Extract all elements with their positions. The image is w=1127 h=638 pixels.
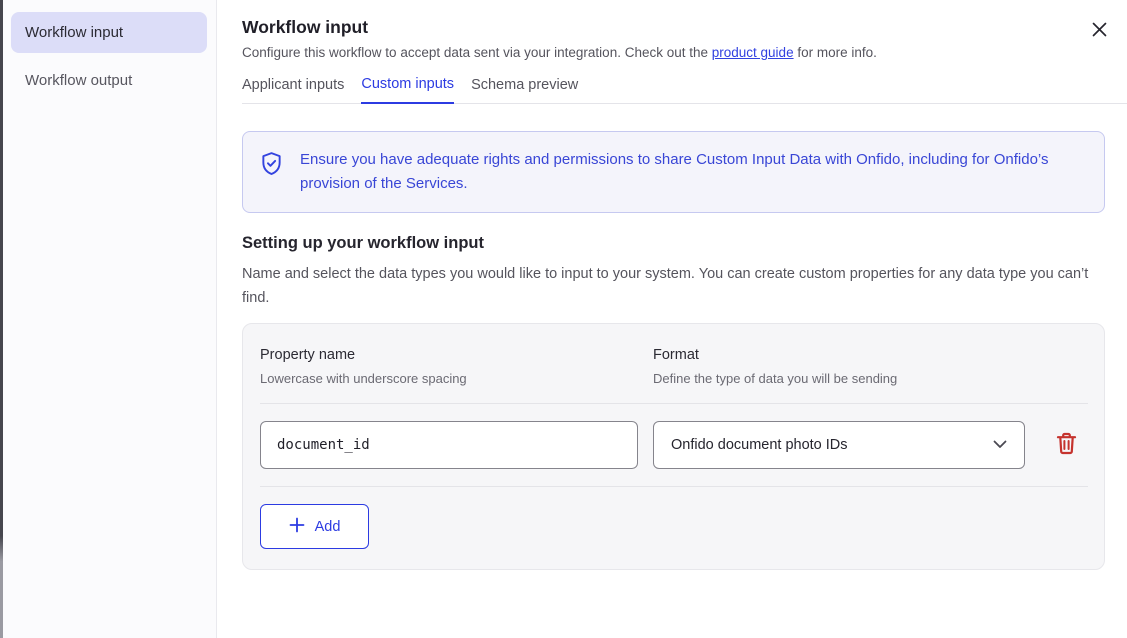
permissions-notice-banner: Ensure you have adequate rights and perm… xyxy=(242,131,1105,213)
divider xyxy=(260,403,1088,404)
notice-text: Ensure you have adequate rights and perm… xyxy=(300,148,1058,196)
tab-applicant-inputs[interactable]: Applicant inputs xyxy=(242,76,344,103)
format-select[interactable]: Onfido document photo IDs xyxy=(653,421,1025,469)
custom-inputs-card: Property name Lowercase with underscore … xyxy=(242,323,1105,570)
add-button-label: Add xyxy=(315,519,341,535)
column-title: Format xyxy=(653,347,1088,363)
shield-check-icon xyxy=(260,151,283,196)
delete-row-button[interactable] xyxy=(1054,432,1078,458)
property-name-column-header: Property name Lowercase with underscore … xyxy=(260,347,653,386)
tab-schema-preview[interactable]: Schema preview xyxy=(471,76,578,103)
section-description: Name and select the data types you would… xyxy=(242,262,1100,310)
trash-icon xyxy=(1056,432,1077,458)
column-hint: Lowercase with underscore spacing xyxy=(260,371,653,386)
notice-icon-column xyxy=(243,148,300,196)
close-icon xyxy=(1091,21,1108,41)
subtitle-text: Configure this workflow to accept data s… xyxy=(242,45,712,60)
plus-icon xyxy=(289,517,305,537)
sidebar: Workflow input Workflow output xyxy=(3,0,217,638)
chevron-down-icon xyxy=(993,437,1007,453)
add-row-button[interactable]: Add xyxy=(260,504,369,549)
page-title: Workflow input xyxy=(242,17,1105,38)
sidebar-item-workflow-output[interactable]: Workflow output xyxy=(11,60,207,101)
subtitle-text: for more info. xyxy=(794,45,877,60)
divider xyxy=(260,486,1088,487)
format-select-value: Onfido document photo IDs xyxy=(671,437,848,453)
tab-bar: Applicant inputs Custom inputs Schema pr… xyxy=(242,76,1127,104)
workflow-input-modal: Workflow input Workflow output Workflow … xyxy=(0,0,1127,638)
sidebar-item-workflow-input[interactable]: Workflow input xyxy=(11,12,207,53)
close-button[interactable] xyxy=(1086,18,1112,44)
sidebar-item-label: Workflow input xyxy=(25,24,123,41)
main-panel: Workflow input Configure this workflow t… xyxy=(217,0,1127,638)
custom-input-row: Onfido document photo IDs xyxy=(260,421,1088,469)
format-column-header: Format Define the type of data you will … xyxy=(653,347,1088,386)
section-heading: Setting up your workflow input xyxy=(242,234,1105,253)
property-name-input[interactable] xyxy=(260,421,638,469)
header-subtitle: Configure this workflow to accept data s… xyxy=(242,45,1105,60)
column-title: Property name xyxy=(260,347,653,363)
tab-custom-inputs[interactable]: Custom inputs xyxy=(361,76,454,104)
card-column-headers: Property name Lowercase with underscore … xyxy=(260,347,1088,386)
column-hint: Define the type of data you will be send… xyxy=(653,371,1088,386)
product-guide-link[interactable]: product guide xyxy=(712,45,794,60)
sidebar-item-label: Workflow output xyxy=(25,72,132,89)
